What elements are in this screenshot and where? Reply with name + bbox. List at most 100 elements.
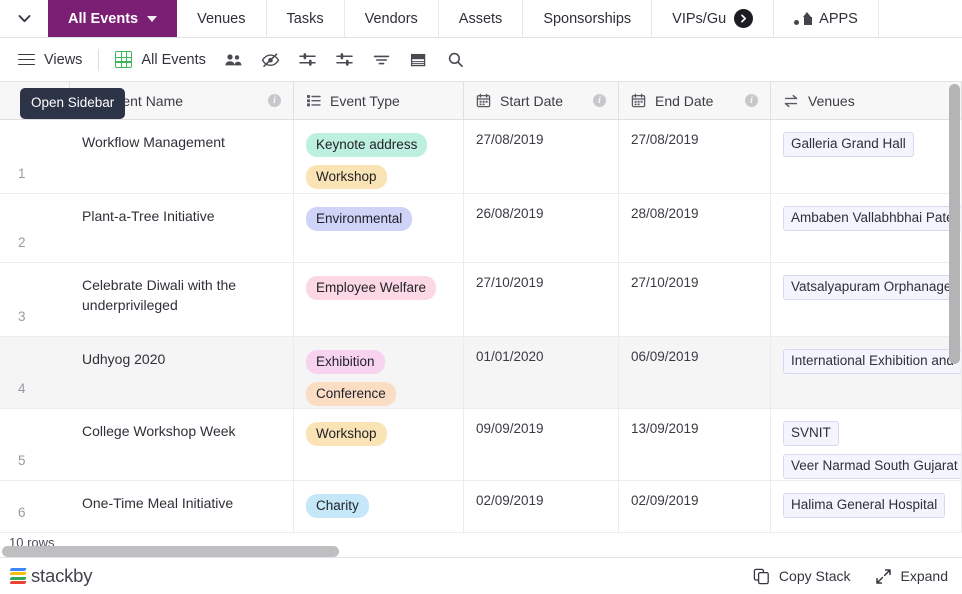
cell-end-date[interactable]: 06/09/2019 [619, 337, 771, 408]
cell-event-name[interactable]: Plant-a-Tree Initiative [70, 194, 294, 262]
hide-fields-icon[interactable] [261, 52, 280, 68]
chevron-down-icon [16, 10, 33, 27]
venue-chip[interactable]: Veer Narmad South Gujarat [783, 454, 961, 479]
tab-tasks[interactable]: Tasks [267, 0, 345, 37]
column-header-event-type[interactable]: Event Type [294, 82, 464, 119]
venue-chip[interactable]: Ambaben Vallabhbhai Patel [783, 206, 961, 231]
cell-start-date[interactable]: 26/08/2019 [464, 194, 619, 262]
event-type-tag: Keynote address [306, 133, 428, 157]
cell-venues[interactable]: Vatsalyapuram Orphanage [771, 263, 962, 336]
table-row[interactable]: 6 One-Time Meal Initiative Charity 02/09/20… [0, 481, 962, 533]
copy-stack-button[interactable]: Copy Stack [753, 568, 851, 585]
column-info-icon[interactable]: i [745, 94, 758, 107]
tables-dropdown-toggle[interactable] [0, 0, 48, 37]
horizontal-scrollbar[interactable] [2, 546, 339, 557]
multi-select-icon [306, 93, 321, 108]
cell-venues[interactable]: Ambaben Vallabhbhai Patel [771, 194, 962, 262]
tab-venues[interactable]: Venues [177, 0, 267, 37]
cell-text: 01/01/2020 [476, 349, 544, 364]
footer-actions: Copy Stack Expand [753, 568, 962, 585]
grid-header-row: Event Name i Event Type Start Date i End Date… [0, 82, 962, 120]
cell-event-name[interactable]: College Workshop Week [70, 409, 294, 480]
tab-label: VIPs/Gu [672, 10, 727, 27]
event-type-tag: Workshop [306, 422, 387, 446]
stackby-logo: stackby [0, 565, 93, 587]
column-header-label: Event Type [330, 92, 400, 109]
column-info-icon[interactable]: i [593, 94, 606, 107]
cell-text: Plant-a-Tree Initiative [82, 208, 215, 224]
cell-event-name[interactable]: Workflow Management [70, 120, 294, 193]
table-row[interactable]: 2 Plant-a-Tree Initiative Environmental 26/… [0, 194, 962, 263]
venue-chip[interactable]: Galleria Grand Hall [783, 132, 914, 157]
cell-venues[interactable]: Galleria Grand Hall [771, 120, 962, 193]
cell-event-type[interactable]: Exhibition Conference [294, 337, 464, 408]
cell-start-date[interactable]: 09/09/2019 [464, 409, 619, 480]
event-type-tag: Environmental [306, 207, 413, 231]
tab-vips-gu[interactable]: VIPs/Gu [652, 0, 775, 37]
cell-text: 27/10/2019 [476, 275, 544, 290]
tab-vendors[interactable]: Vendors [345, 0, 439, 37]
venue-chip[interactable]: Halima General Hospital [783, 493, 946, 518]
vertical-scrollbar[interactable] [949, 84, 960, 364]
cell-event-type[interactable]: Keynote address Workshop [294, 120, 464, 193]
toolbar-divider [98, 48, 100, 71]
collaborators-icon[interactable] [224, 52, 243, 68]
cell-end-date[interactable]: 27/08/2019 [619, 120, 771, 193]
cell-end-date[interactable]: 27/10/2019 [619, 263, 771, 336]
tab-apps[interactable]: APPS [774, 0, 879, 37]
views-label: Views [44, 51, 83, 68]
cell-event-name[interactable]: Udhyog 2020 [70, 337, 294, 408]
venue-chip[interactable]: International Exhibition and [783, 349, 961, 374]
tab-label: Venues [197, 10, 246, 27]
table-row[interactable]: 4 Udhyog 2020 Exhibition Conference 01/01/20… [0, 337, 962, 409]
search-icon[interactable] [446, 51, 465, 68]
next-tabs-button[interactable] [734, 9, 754, 28]
venue-chip[interactable]: SVNIT [783, 421, 839, 446]
cell-end-date[interactable]: 02/09/2019 [619, 481, 771, 532]
cell-event-type[interactable]: Environmental [294, 194, 464, 262]
event-type-tag: Conference [306, 382, 396, 406]
cell-venues[interactable]: SVNIT Veer Narmad South Gujarat [771, 409, 962, 480]
cell-event-name[interactable]: One-Time Meal Initiative [70, 481, 294, 532]
row-height-icon[interactable] [409, 52, 428, 68]
expand-arrows-icon [875, 568, 892, 585]
link-record-icon [783, 94, 799, 108]
cell-event-type[interactable]: Workshop [294, 409, 464, 480]
tab-caret-icon[interactable] [147, 15, 158, 22]
table-row[interactable]: 1 Workflow Management Keynote address Works… [0, 120, 962, 194]
column-header-end-date[interactable]: End Date i [619, 82, 771, 119]
current-view-button[interactable]: All Events [115, 51, 206, 68]
filter-icon[interactable] [298, 51, 317, 68]
cell-start-date[interactable]: 01/01/2020 [464, 337, 619, 408]
column-info-icon[interactable]: i [268, 94, 281, 107]
row-number: 2 [18, 235, 26, 250]
column-header-start-date[interactable]: Start Date i [464, 82, 619, 119]
current-view-label: All Events [141, 51, 206, 68]
table-row[interactable]: 5 College Workshop Week Workshop 09/09/2019… [0, 409, 962, 481]
cell-start-date[interactable]: 27/10/2019 [464, 263, 619, 336]
cell-end-date[interactable]: 13/09/2019 [619, 409, 771, 480]
row-number: 1 [18, 166, 26, 181]
expand-button[interactable]: Expand [875, 568, 948, 585]
cell-venues[interactable]: International Exhibition and [771, 337, 962, 408]
row-number-cell: 3 [0, 263, 70, 336]
row-number: 4 [18, 381, 26, 396]
data-grid: Event Name i Event Type Start Date i End Date… [0, 82, 962, 557]
tab-all-events[interactable]: All Events [48, 0, 178, 37]
cell-event-name[interactable]: Celebrate Diwali with the underprivilege… [70, 263, 294, 336]
cell-end-date[interactable]: 28/08/2019 [619, 194, 771, 262]
cell-event-type[interactable]: Charity [294, 481, 464, 532]
views-button[interactable]: Views [18, 52, 82, 68]
cell-start-date[interactable]: 27/08/2019 [464, 120, 619, 193]
tab-assets[interactable]: Assets [439, 0, 524, 37]
cell-start-date[interactable]: 02/09/2019 [464, 481, 619, 532]
cell-venues[interactable]: Halima General Hospital [771, 481, 962, 532]
cell-event-type[interactable]: Employee Welfare [294, 263, 464, 336]
tab-list: All Events Venues Tasks Vendors Assets Sponso… [48, 0, 775, 37]
group-icon[interactable] [335, 51, 354, 68]
sort-icon[interactable] [372, 52, 391, 68]
tab-sponsorships[interactable]: Sponsorships [523, 0, 653, 37]
venue-chip[interactable]: Vatsalyapuram Orphanage [783, 275, 960, 300]
column-header-venues[interactable]: Venues [771, 82, 962, 119]
table-row[interactable]: 3 Celebrate Diwali with the underprivileg… [0, 263, 962, 337]
